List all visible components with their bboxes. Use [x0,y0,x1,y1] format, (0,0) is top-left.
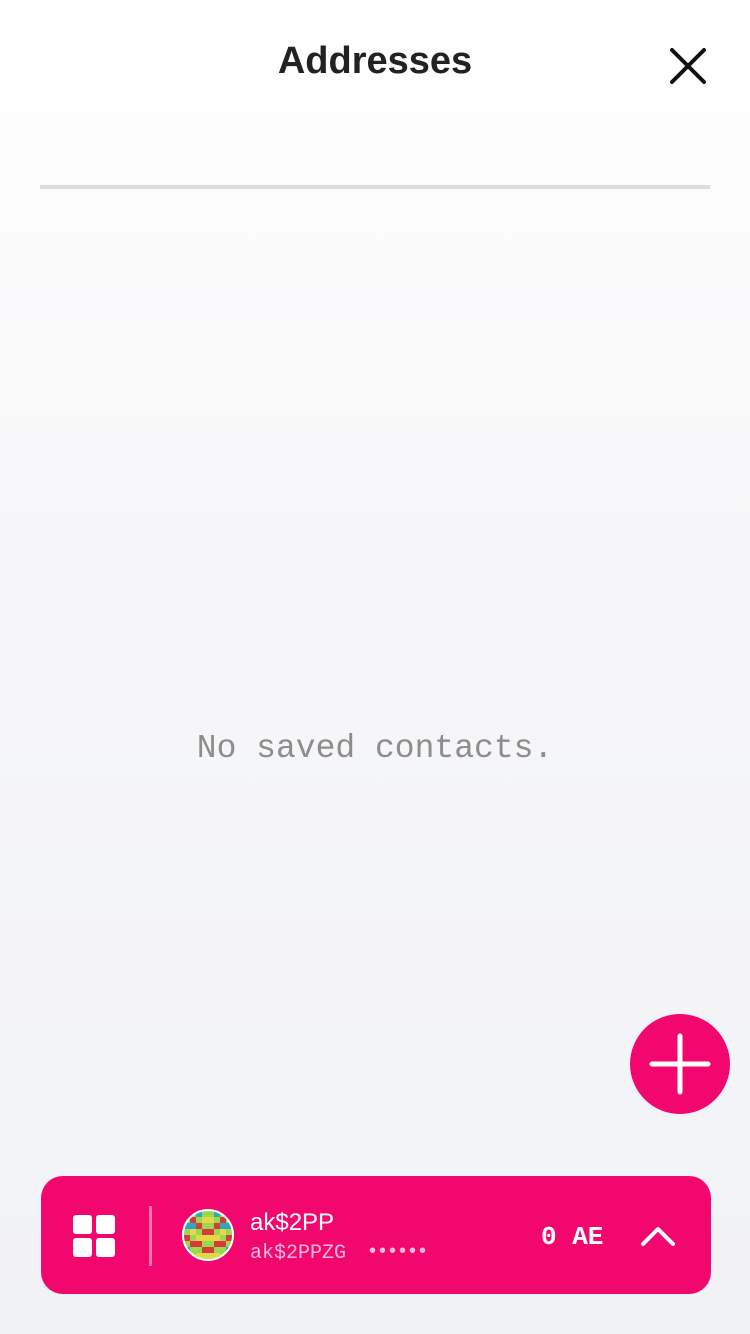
header: Addresses [0,0,750,130]
account-address: ak$2PPZG [250,1242,347,1265]
plus-icon [649,1033,711,1095]
avatar [182,1209,234,1261]
empty-state-message: No saved contacts. [196,730,554,767]
search-underline[interactable] [40,185,710,189]
account-name: ak$2PP [250,1209,335,1236]
close-icon [670,48,706,84]
grid-icon-cell [96,1215,115,1234]
account-bar[interactable]: ak$2PP ak$2PPZG •••••• 0 AE [41,1176,711,1294]
menu-button[interactable] [71,1213,117,1259]
page-title: Addresses [277,40,473,82]
grid-icon [73,1215,92,1234]
chevron-up-icon [641,1227,675,1246]
account-balance: 0 AE [541,1222,604,1252]
close-button[interactable] [664,42,712,90]
address-mask: •••••• [369,1240,430,1262]
divider [149,1206,152,1266]
add-contact-button[interactable] [630,1014,730,1114]
expand-button[interactable] [639,1219,677,1253]
grid-icon-cell [96,1238,115,1257]
grid-icon-cell [73,1238,92,1257]
